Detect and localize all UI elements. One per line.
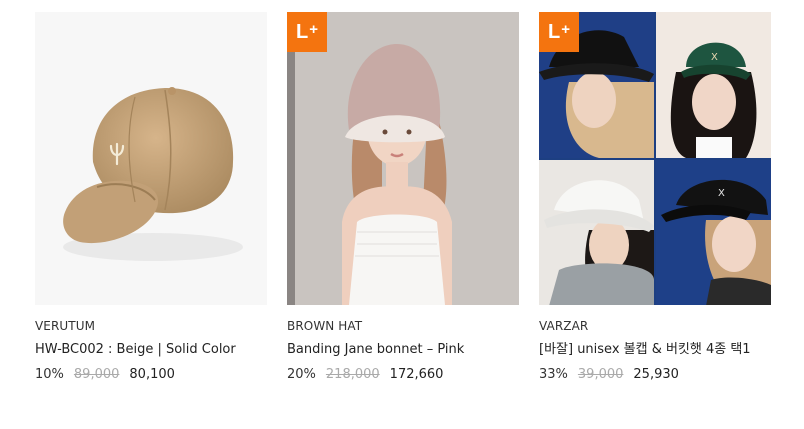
- product-price: 20% 218,000 172,660: [287, 367, 519, 382]
- badge-letter: L: [548, 20, 561, 43]
- discount-rate: 20%: [287, 367, 316, 382]
- model-bonnet-illustration: [342, 44, 452, 305]
- original-price: 39,000: [577, 367, 624, 382]
- product-card[interactable]: L + X X VARZAR [바잘] unisex 볼캡 & 버킷햇 4종 택…: [539, 12, 771, 382]
- discount-rate: 10%: [35, 367, 64, 382]
- l-plus-badge-icon: L +: [287, 12, 327, 52]
- product-image-beige-cap[interactable]: [35, 12, 267, 305]
- product-card[interactable]: L + BROWN HAT Banding Jane bonnet – Pink…: [287, 12, 519, 382]
- collage-green-cap: X: [656, 12, 771, 158]
- product-name[interactable]: HW-BC002 : Beige | Solid Color: [35, 340, 267, 359]
- l-plus-badge-icon: L +: [539, 12, 579, 52]
- sale-price: 25,930: [633, 367, 679, 382]
- product-brand[interactable]: BROWN HAT: [287, 319, 519, 333]
- product-card[interactable]: VERUTUM HW-BC002 : Beige | Solid Color 1…: [35, 12, 267, 382]
- product-brand[interactable]: VARZAR: [539, 319, 771, 333]
- collage-black-cap: X: [656, 160, 771, 305]
- sale-price: 172,660: [389, 367, 444, 382]
- original-price: 89,000: [73, 367, 120, 382]
- svg-text:X: X: [711, 52, 718, 63]
- badge-letter: L: [296, 20, 309, 43]
- svg-text:X: X: [718, 188, 725, 199]
- sale-price: 80,100: [129, 367, 175, 382]
- collage-white-bucket-hat: [539, 160, 654, 305]
- product-image-pink-bonnet[interactable]: L +: [287, 12, 519, 305]
- product-price: 33% 39,000 25,930: [539, 367, 771, 382]
- product-brand[interactable]: VERUTUM: [35, 319, 267, 333]
- product-name[interactable]: Banding Jane bonnet – Pink: [287, 340, 519, 359]
- discount-rate: 33%: [539, 367, 568, 382]
- original-price: 218,000: [325, 367, 380, 382]
- product-image-hats-collage[interactable]: L + X X: [539, 12, 771, 305]
- product-grid: VERUTUM HW-BC002 : Beige | Solid Color 1…: [35, 12, 771, 382]
- product-price: 10% 89,000 80,100: [35, 367, 267, 382]
- beige-cap-illustration: [63, 87, 243, 261]
- product-name[interactable]: [바잘] unisex 볼캡 & 버킷햇 4종 택1: [539, 340, 771, 359]
